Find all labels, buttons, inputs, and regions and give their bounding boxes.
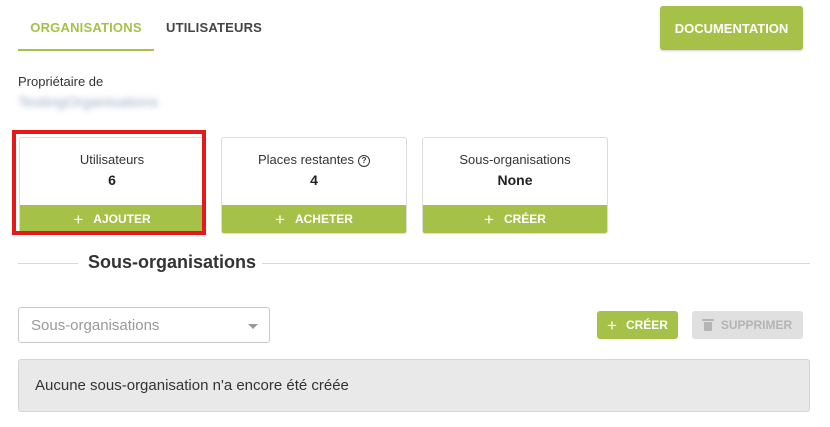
- divider: [262, 263, 810, 264]
- highlight-box: [12, 130, 206, 235]
- caret-down-icon: [248, 324, 258, 329]
- tab-organisations[interactable]: ORGANISATIONS: [18, 20, 154, 35]
- plus-icon: +: [275, 209, 285, 229]
- delete-suborg-label: SUPPRIMER: [720, 318, 793, 332]
- create-suborg-button[interactable]: + CRÉER: [597, 311, 678, 339]
- trash-icon: [701, 319, 714, 331]
- suborgs-card: Sous-organisations None + CRÉER: [422, 137, 608, 234]
- suborg-select[interactable]: Sous-organisations: [18, 307, 270, 343]
- places-card-label: Places restantes: [257, 152, 355, 167]
- delete-suborg-button[interactable]: SUPPRIMER: [692, 311, 803, 339]
- places-card-label-wrap: Places restantes?: [222, 152, 406, 167]
- documentation-button[interactable]: DOCUMENTATION: [660, 6, 803, 50]
- divider: [18, 263, 78, 264]
- create-suborg-label: CRÉER: [625, 318, 668, 332]
- section-title: Sous-organisations: [88, 252, 257, 272]
- create-suborg-card-label: CRÉER: [503, 212, 546, 226]
- plus-icon: +: [607, 315, 617, 335]
- owner-label: Propriétaire de: [18, 74, 104, 89]
- active-tab-indicator: [18, 49, 154, 51]
- create-suborg-card-button[interactable]: + CRÉER: [423, 205, 607, 233]
- suborg-select-placeholder: Sous-organisations: [31, 316, 160, 334]
- tab-utilisateurs[interactable]: UTILISATEURS: [166, 20, 262, 35]
- places-card: Places restantes? 4 + ACHETER: [221, 137, 407, 234]
- places-count: 4: [310, 172, 318, 188]
- suborgs-card-label: Sous-organisations: [459, 152, 571, 167]
- plus-icon: +: [484, 209, 494, 229]
- help-icon[interactable]: ?: [358, 155, 371, 167]
- empty-state-message: Aucune sous-organisation n'a encore été …: [18, 359, 810, 412]
- suborgs-count: None: [497, 172, 533, 188]
- buy-places-label: ACHETER: [294, 212, 353, 226]
- buy-places-button[interactable]: + ACHETER: [222, 205, 406, 233]
- owner-name: TestingOrganisations: [18, 94, 159, 111]
